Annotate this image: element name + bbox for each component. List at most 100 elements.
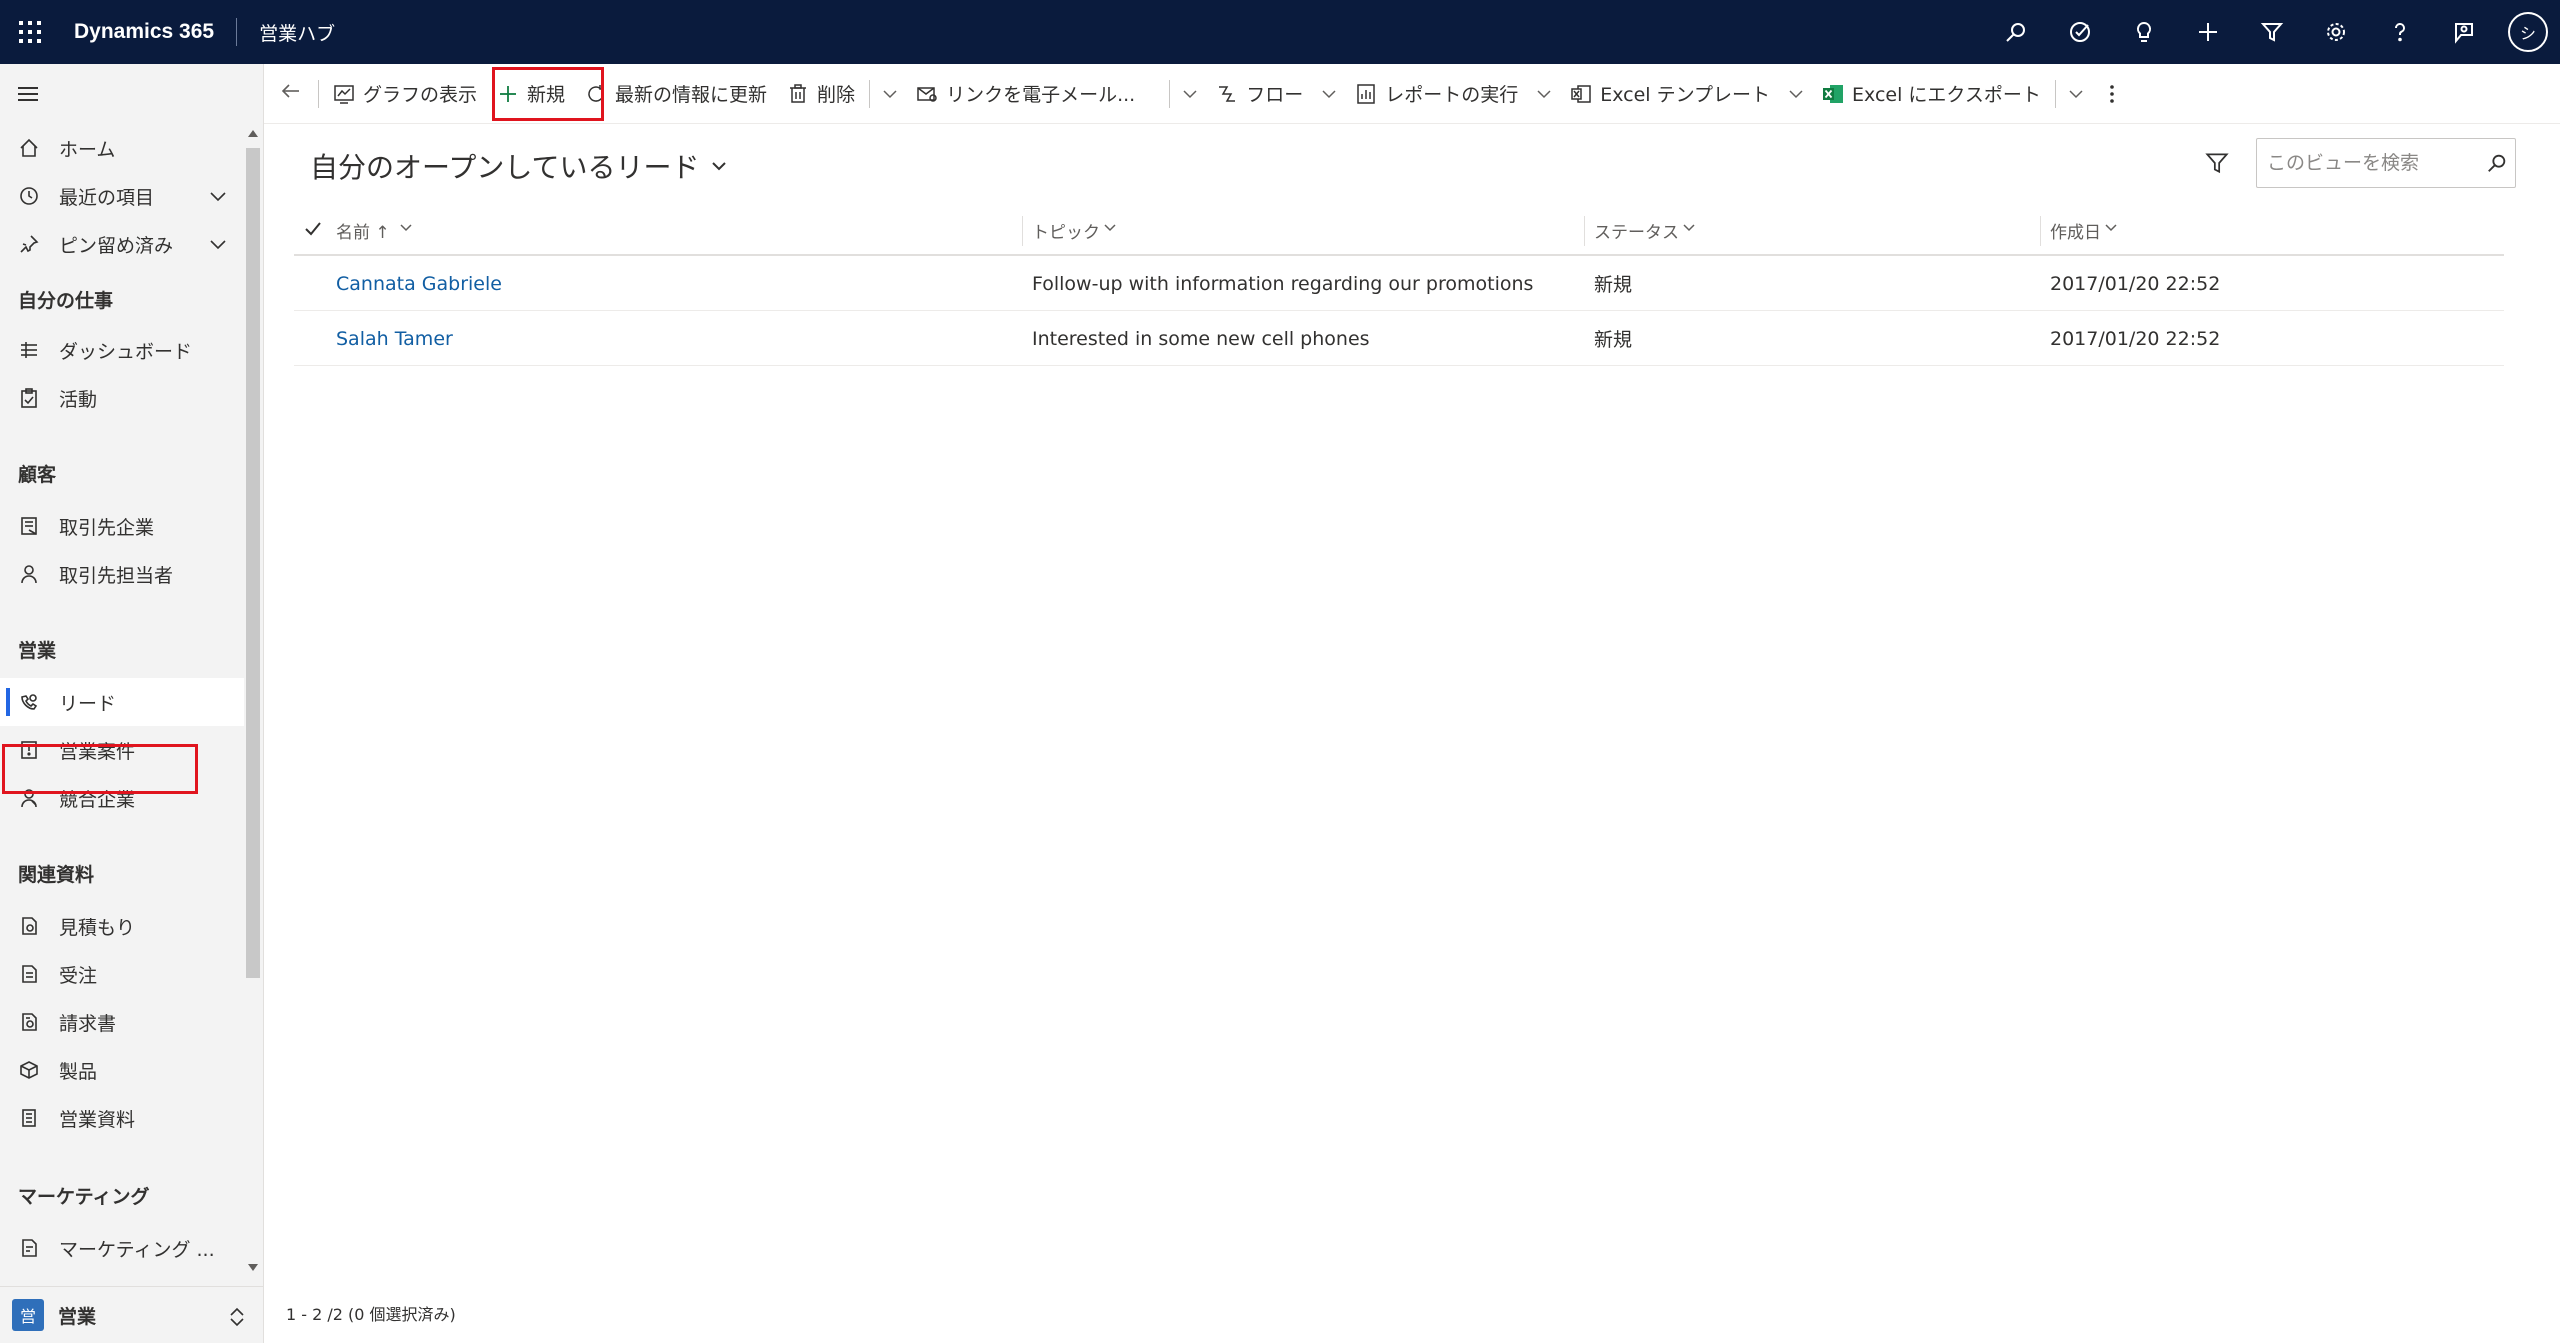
sidebar-item-activities[interactable]: 活動	[0, 374, 244, 422]
search-icon[interactable]	[1984, 0, 2048, 64]
sidebar-item-quotes[interactable]: 見積もり	[0, 902, 244, 950]
plus-icon[interactable]	[2176, 0, 2240, 64]
more-commands-icon[interactable]	[2092, 64, 2132, 124]
export-chevron-icon[interactable]	[2060, 64, 2092, 124]
excel-template-chevron-icon[interactable]	[1780, 64, 1812, 124]
sidebar-item-accounts[interactable]: 取引先企業	[0, 502, 244, 550]
column-header-label: ステータス	[1594, 222, 1679, 243]
order-icon	[17, 962, 41, 986]
flow-button[interactable]: フロー	[1206, 64, 1313, 124]
sidebar-item-label: 見積もり	[59, 916, 136, 939]
column-divider[interactable]	[1584, 216, 1585, 246]
report-chevron-icon[interactable]	[1528, 64, 1560, 124]
sidebar-item-invoices[interactable]: 請求書	[0, 998, 244, 1046]
scroll-up-arrow-icon[interactable]	[248, 130, 258, 137]
hamburger-icon[interactable]	[16, 84, 40, 104]
column-divider[interactable]	[1022, 216, 1023, 246]
lead-created-on: 2017/01/20 22:52	[2050, 327, 2221, 350]
delete-more-chevron-icon[interactable]	[874, 64, 906, 124]
email-more-chevron-icon[interactable]	[1174, 64, 1206, 124]
chevron-down-icon	[2103, 220, 2119, 241]
command-divider	[1169, 79, 1171, 108]
excel-template-icon	[1570, 83, 1592, 105]
sidebar-item-marketing-lists[interactable]: マーケティング ...	[0, 1224, 244, 1272]
column-header-label: トピック	[1032, 222, 1100, 243]
task-check-icon[interactable]	[2048, 0, 2112, 64]
refresh-button[interactable]: 最新の情報に更新	[575, 64, 777, 124]
column-header-status[interactable]: ステータス	[1594, 206, 1697, 254]
scroll-down-arrow-icon[interactable]	[248, 1264, 258, 1271]
column-header-created-on[interactable]: 作成日	[2050, 206, 2119, 254]
search-icon[interactable]	[2479, 152, 2515, 174]
sidebar-item-label: ピン留め済み	[59, 234, 174, 257]
user-avatar[interactable]: シ	[2496, 0, 2560, 64]
clock-icon	[17, 184, 41, 208]
email-link-icon	[916, 83, 938, 105]
sidebar-item-label: 請求書	[59, 1012, 117, 1035]
view-search-box[interactable]	[2256, 138, 2516, 188]
select-all-checkmark-icon[interactable]	[304, 220, 322, 243]
view-search-input[interactable]	[2267, 152, 2479, 174]
sidebar-scroll-thumb[interactable]	[246, 148, 260, 978]
area-badge: 営	[12, 1299, 44, 1331]
chevron-down-icon[interactable]	[208, 186, 228, 211]
feedback-icon[interactable]	[2432, 0, 2496, 64]
sidebar-item-products[interactable]: 製品	[0, 1046, 244, 1094]
excel-template-button[interactable]: Excel テンプレート	[1560, 64, 1780, 124]
area-switcher[interactable]: 営 営業	[0, 1286, 264, 1343]
sidebar-item-leads[interactable]: リード	[0, 678, 244, 726]
pin-icon	[17, 232, 41, 256]
lead-name-link[interactable]: Cannata Gabriele	[336, 256, 502, 311]
app-name[interactable]: Dynamics 365	[74, 20, 214, 44]
trash-icon	[787, 83, 809, 105]
export-excel-button[interactable]: Excel にエクスポート	[1812, 64, 2051, 124]
run-report-button[interactable]: レポートの実行	[1345, 64, 1528, 124]
chevron-down-icon	[398, 220, 414, 241]
view-title: 自分のオープンしているリード	[310, 151, 700, 184]
back-button[interactable]	[264, 64, 314, 124]
sidebar-item-contacts[interactable]: 取引先担当者	[0, 550, 244, 598]
column-header-name[interactable]: 名前 ↑	[336, 206, 414, 254]
sidebar-item-label: ダッシュボード	[59, 340, 193, 363]
flow-chevron-icon[interactable]	[1313, 64, 1345, 124]
product-icon	[17, 1058, 41, 1082]
sidebar-item-dashboard[interactable]: ダッシュボード	[0, 326, 244, 374]
column-header-topic[interactable]: トピック	[1032, 206, 1118, 254]
avatar-initial: シ	[2508, 12, 2548, 52]
chevron-down-icon	[709, 150, 729, 183]
column-header-label: 作成日	[2050, 222, 2101, 243]
marketing-list-icon	[17, 1236, 41, 1260]
gear-icon[interactable]	[2304, 0, 2368, 64]
section-sales: 営業	[18, 640, 57, 662]
hub-name[interactable]: 営業ハブ	[259, 19, 335, 46]
sidebar-item-pinned[interactable]: ピン留め済み	[0, 220, 244, 268]
lead-icon	[17, 690, 41, 714]
sidebar-item-recent[interactable]: 最近の項目	[0, 172, 244, 220]
chevron-down-icon[interactable]	[208, 234, 228, 259]
view-filter-icon[interactable]	[2204, 150, 2230, 180]
sidebar-item-orders[interactable]: 受注	[0, 950, 244, 998]
app-launcher-icon[interactable]	[0, 0, 60, 64]
table-row[interactable]: Salah Tamer Interested in some new cell …	[294, 311, 2504, 366]
table-row[interactable]: Cannata Gabriele Follow-up with informat…	[294, 256, 2504, 311]
contact-icon	[17, 562, 41, 586]
help-icon[interactable]	[2368, 0, 2432, 64]
email-link-button[interactable]: リンクを電子メール...	[906, 64, 1145, 124]
lightbulb-icon[interactable]	[2112, 0, 2176, 64]
column-divider[interactable]	[2040, 216, 2041, 246]
show-chart-button[interactable]: グラフの表示	[323, 64, 487, 124]
filter-icon[interactable]	[2240, 0, 2304, 64]
lead-name-link[interactable]: Salah Tamer	[336, 311, 453, 366]
sidebar-item-sales-literature[interactable]: 営業資料	[0, 1094, 244, 1142]
quote-icon	[17, 914, 41, 938]
refresh-label: 最新の情報に更新	[615, 84, 768, 106]
top-bar: Dynamics 365 営業ハブ シ	[0, 0, 2560, 64]
leads-grid: 名前 ↑ トピック ステータス 作成日 Cannata Gabriele Fol…	[294, 206, 2504, 366]
delete-button[interactable]: 削除	[777, 64, 865, 124]
view-selector[interactable]: 自分のオープンしているリード	[310, 146, 729, 186]
sidebar-item-label: ホーム	[59, 138, 116, 161]
sidebar-item-home[interactable]: ホーム	[0, 124, 244, 172]
sidebar-item-label: 営業資料	[59, 1108, 136, 1131]
chevron-up-down-icon	[228, 1307, 246, 1331]
lead-status: 新規	[1594, 274, 1633, 296]
